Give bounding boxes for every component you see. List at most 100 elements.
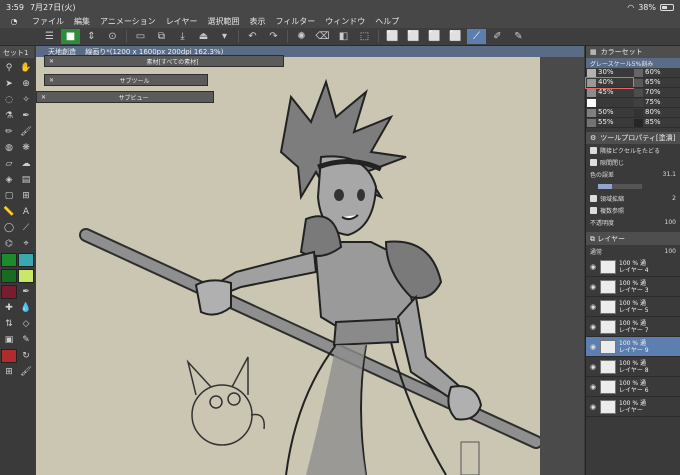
text-icon[interactable]: A	[18, 205, 34, 219]
layer-opacity[interactable]: 100	[665, 248, 676, 255]
grid-icon[interactable]: ⊞	[1, 365, 17, 379]
pen-snap-icon[interactable]: ✐	[488, 29, 507, 44]
line-fix-icon[interactable]: ⟋	[18, 221, 34, 235]
layer-row[interactable]: ◉ 100 % 通レイヤー 4	[586, 257, 680, 277]
brush-snap-icon[interactable]: ✎	[509, 29, 528, 44]
deselect-icon[interactable]: ⬜	[404, 29, 423, 44]
drawing-canvas[interactable]	[36, 57, 543, 475]
fill-icon[interactable]: ◧	[334, 29, 353, 44]
fill-tool-icon[interactable]: ◈	[1, 173, 17, 187]
undo-icon[interactable]: ↶	[243, 29, 262, 44]
loading-icon[interactable]: ✺	[292, 29, 311, 44]
gray-swatch[interactable]: 55%	[586, 118, 633, 128]
menu-view[interactable]: 表示	[249, 16, 265, 27]
sub-color-swatch[interactable]	[18, 253, 34, 267]
magic-wand-icon[interactable]: ✧	[18, 93, 34, 107]
menu-help[interactable]: ヘルプ	[375, 16, 399, 27]
correction-icon[interactable]: ⌬	[1, 237, 17, 251]
multi-reference-row[interactable]: 複数参照	[586, 204, 680, 216]
checkbox[interactable]	[590, 194, 597, 202]
app-logo-icon[interactable]: ◔	[6, 17, 22, 26]
rotate-icon[interactable]: ↻	[18, 349, 34, 363]
invert-selection-icon[interactable]: ⬜	[425, 29, 444, 44]
area-scaling-row[interactable]: 領域拡縮 2	[586, 192, 680, 204]
transform-icon[interactable]: ⬚	[355, 29, 374, 44]
menu-file[interactable]: ファイル	[32, 16, 64, 27]
layer-stack-icon[interactable]: ⧉	[152, 29, 171, 44]
menu-edit[interactable]: 編集	[74, 16, 90, 27]
red-swatch[interactable]	[1, 349, 17, 363]
gray-swatch[interactable]: 45%	[586, 88, 633, 98]
menu-filter[interactable]: フィルター	[275, 16, 315, 27]
color-history-swatch[interactable]	[1, 269, 17, 283]
crop-icon[interactable]: ⬜	[446, 29, 465, 44]
menu-layer[interactable]: レイヤー	[166, 16, 198, 27]
pencil-icon[interactable]: ✏	[1, 125, 17, 139]
brush-alt-icon[interactable]: 🖌	[18, 365, 34, 379]
hand-icon[interactable]: ✋	[18, 61, 34, 75]
ruler-snap-icon[interactable]: ⟋	[467, 29, 486, 44]
color-set-selector[interactable]: グレースケール5%刻み	[586, 58, 680, 68]
brush-icon[interactable]: 🖌	[18, 125, 34, 139]
gray-swatch[interactable]: 65%	[633, 78, 680, 88]
gray-swatch[interactable]	[586, 98, 633, 108]
menu-selection[interactable]: 選択範囲	[207, 16, 239, 27]
layer-row[interactable]: ◉ 100 % 通レイヤー 5	[586, 297, 680, 317]
blend-mode-select[interactable]: 通常	[590, 247, 602, 256]
eye-icon[interactable]: ◉	[589, 323, 597, 331]
eye-icon[interactable]: ◉	[589, 303, 597, 311]
chevron-updown-icon[interactable]: ⇕	[82, 29, 101, 44]
menu-window[interactable]: ウィンドウ	[325, 16, 365, 27]
drop-icon[interactable]: 💧	[18, 301, 34, 315]
tolerance-row[interactable]: 色の誤差 31.1	[586, 168, 680, 180]
new-canvas-icon[interactable]: ▭	[131, 29, 150, 44]
tolerance-slider[interactable]	[598, 183, 642, 189]
gray-swatch[interactable]: 75%	[633, 98, 680, 108]
clear-icon[interactable]: ⌫	[313, 29, 332, 44]
eye-icon[interactable]: ◉	[589, 263, 597, 271]
gray-swatch[interactable]: 60%	[633, 68, 680, 78]
export-icon[interactable]: ⏏	[194, 29, 213, 44]
plus-icon[interactable]: ✚	[1, 301, 17, 315]
eraser-icon[interactable]: ▱	[1, 157, 17, 171]
import-icon[interactable]: ⤓	[173, 29, 192, 44]
canvas-area[interactable]: 天地創造 線画り*(1200 x 1600px 200dpi 162.3%) ✕…	[36, 46, 584, 475]
checkbox[interactable]	[590, 146, 597, 154]
move-icon[interactable]: ⊕	[18, 77, 34, 91]
main-color-swatch[interactable]	[1, 253, 17, 267]
close-icon[interactable]: ✕	[49, 58, 54, 65]
ruler-icon[interactable]: 📏	[1, 205, 17, 219]
color-swatch-button[interactable]: ■	[61, 29, 80, 44]
ink-icon[interactable]: ✒	[18, 285, 34, 299]
layer-row[interactable]: ◉ 100 % 通レイヤー 3	[586, 277, 680, 297]
eye-icon[interactable]: ◉	[589, 343, 597, 351]
gray-swatch[interactable]: 80%	[633, 108, 680, 118]
gray-swatch[interactable]: 85%	[633, 118, 680, 128]
gradient-icon[interactable]: ▤	[18, 173, 34, 187]
lasso-icon[interactable]: ◌	[1, 93, 17, 107]
sub-eraser-icon[interactable]: ◇	[18, 317, 34, 331]
layer-move-icon[interactable]: ⇅	[1, 317, 17, 331]
material-panel[interactable]: ✕ 素材[すべての素材]	[44, 55, 284, 67]
vector-icon[interactable]: ⌖	[18, 237, 34, 251]
pen-icon[interactable]: ✒	[18, 109, 34, 123]
blend-icon[interactable]: ☁	[18, 157, 34, 171]
hamburger-icon[interactable]: ☰	[40, 29, 59, 44]
airbrush-icon[interactable]: ◍	[1, 141, 17, 155]
zoom-icon[interactable]: ⚲	[1, 61, 17, 75]
eye-icon[interactable]: ◉	[589, 383, 597, 391]
close-gap-row[interactable]: 隙間閉じ	[586, 156, 680, 168]
subtool-panel[interactable]: ✕ サブツール	[44, 74, 208, 86]
quick-access-icon[interactable]: ⊙	[103, 29, 122, 44]
gray-swatch[interactable]: 40%	[585, 77, 634, 89]
balloon-icon[interactable]: ◯	[1, 221, 17, 235]
transparent-swatch[interactable]	[18, 269, 34, 283]
checkbox[interactable]	[590, 206, 597, 214]
dark-red-swatch[interactable]	[1, 285, 17, 299]
pen-alt-icon[interactable]: ✎	[18, 333, 34, 347]
subview-panel[interactable]: ✕ サブビュー	[36, 91, 214, 103]
checkbox[interactable]	[590, 158, 597, 166]
layer-row[interactable]: ◉ 100 % 通レイヤー 6	[586, 377, 680, 397]
layer-row[interactable]: ◉ 100 % 通レイヤー	[586, 397, 680, 417]
paint-icon[interactable]: ▣	[1, 333, 17, 347]
